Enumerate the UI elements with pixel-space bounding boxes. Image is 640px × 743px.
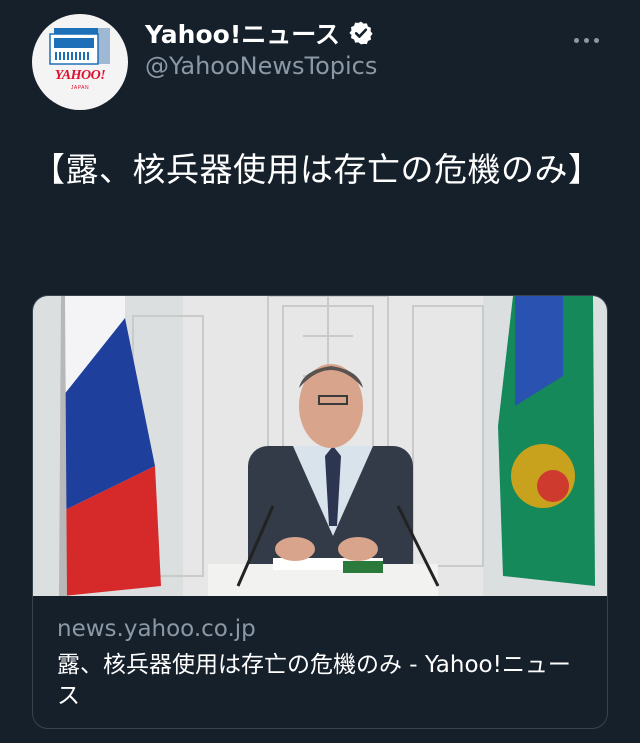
more-options-icon[interactable] xyxy=(574,28,604,43)
card-meta: news.yahoo.co.jp 露、核兵器使用は存亡の危機のみ - Yahoo… xyxy=(33,596,607,728)
link-card[interactable]: news.yahoo.co.jp 露、核兵器使用は存亡の危機のみ - Yahoo… xyxy=(32,295,608,729)
yahoo-logo-sub: JAPAN xyxy=(70,85,90,91)
verified-badge-icon xyxy=(349,21,373,45)
avatar[interactable]: YAHOO! JAPAN xyxy=(32,14,128,110)
display-name[interactable]: Yahoo!ニュース xyxy=(145,15,340,51)
yahoo-logo-text: YAHOO! xyxy=(54,68,106,83)
account-handle[interactable]: @YahooNewsTopics xyxy=(145,52,377,80)
name-row: Yahoo!ニュース xyxy=(145,15,374,51)
card-title: 露、核兵器使用は存亡の危機のみ - Yahoo!ニュース xyxy=(57,652,571,709)
card-domain: news.yahoo.co.jp xyxy=(57,616,256,642)
tweet-text: 【露、核兵器使用は存亡の危機のみ】 xyxy=(32,150,602,189)
tweet[interactable]: YAHOO! JAPAN Yahoo!ニュース @YahooNewsTopics… xyxy=(0,0,640,743)
card-image xyxy=(33,296,607,596)
newspaper-icon xyxy=(49,28,110,65)
